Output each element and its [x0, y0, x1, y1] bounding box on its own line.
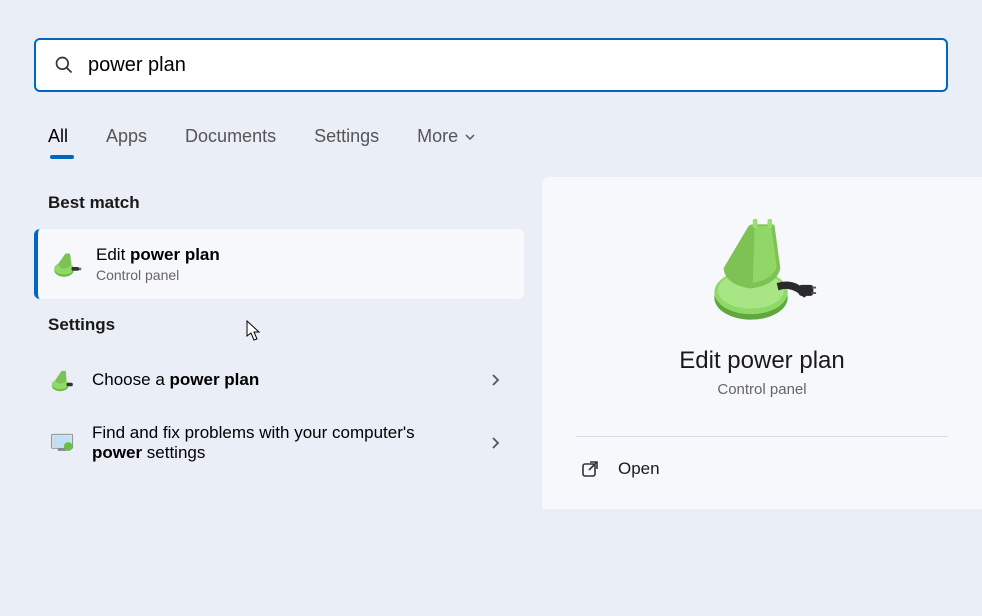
search-box[interactable] [34, 38, 948, 92]
open-external-icon [580, 459, 600, 479]
preview-power-icon [707, 217, 817, 327]
open-action[interactable]: Open [576, 437, 948, 479]
tab-apps[interactable]: Apps [106, 126, 147, 157]
open-label: Open [618, 459, 660, 479]
section-settings: Settings [48, 315, 524, 335]
tab-all[interactable]: All [48, 126, 68, 157]
results-list: Best match Edit power plan Control panel… [34, 177, 524, 509]
power-plan-small-icon [48, 365, 78, 395]
settings-result-choose-plan[interactable]: Choose a power plan [34, 351, 524, 409]
search-icon [54, 55, 74, 75]
settings-result-title: Find and fix problems with your computer… [92, 423, 452, 463]
tab-more-label: More [417, 126, 458, 147]
settings-result-title: Choose a power plan [92, 370, 259, 390]
best-match-subtitle: Control panel [96, 267, 220, 283]
preview-title: Edit power plan [679, 347, 844, 375]
preview-subtitle: Control panel [717, 381, 806, 398]
filter-tabs: All Apps Documents Settings More [0, 92, 982, 157]
best-match-title: Edit power plan [96, 245, 220, 265]
power-plan-icon [52, 249, 82, 279]
search-input[interactable] [88, 54, 928, 77]
tab-documents[interactable]: Documents [185, 126, 276, 157]
best-match-result[interactable]: Edit power plan Control panel [34, 229, 524, 299]
troubleshoot-icon [48, 428, 78, 458]
tab-more[interactable]: More [417, 126, 476, 157]
preview-pane: Edit power plan Control panel Open [542, 177, 982, 509]
chevron-right-icon [490, 373, 500, 387]
settings-result-troubleshoot[interactable]: Find and fix problems with your computer… [34, 409, 524, 477]
section-best-match: Best match [48, 193, 524, 213]
tab-settings[interactable]: Settings [314, 126, 379, 157]
chevron-right-icon [490, 436, 500, 450]
chevron-down-icon [464, 131, 476, 143]
